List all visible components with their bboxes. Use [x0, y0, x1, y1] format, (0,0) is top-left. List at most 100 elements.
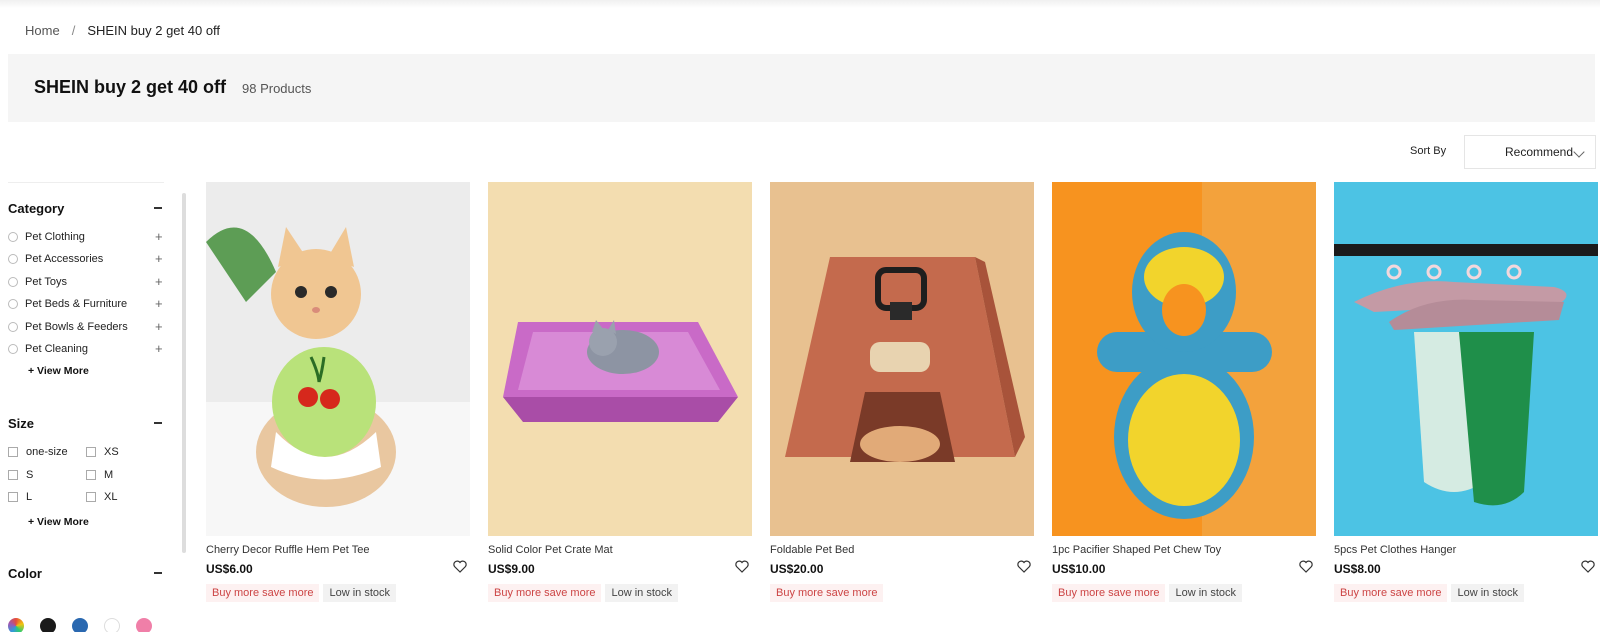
- category-item-pet-toys[interactable]: Pet Toys +: [8, 273, 170, 291]
- header-shadow: [0, 0, 1600, 8]
- category-label: Pet Toys: [25, 276, 67, 288]
- size-label: M: [104, 469, 114, 481]
- category-section-title: Category: [8, 201, 65, 216]
- sort-selected-value: Recommend: [1505, 145, 1574, 159]
- sidebar-scrollbar[interactable]: [182, 193, 186, 553]
- category-view-more[interactable]: + View More: [28, 365, 89, 377]
- color-swatch-blue[interactable]: [72, 618, 88, 632]
- size-label: XS: [104, 446, 119, 458]
- size-option-one-size[interactable]: one-size: [8, 445, 68, 459]
- radio-icon: [8, 254, 18, 264]
- stock-badge: Low in stock: [323, 584, 397, 602]
- checkbox-icon: [8, 492, 18, 502]
- size-option-s[interactable]: S: [8, 468, 33, 482]
- promo-badge: Buy more save more: [770, 584, 884, 602]
- checkbox-icon: [86, 492, 96, 502]
- product-name[interactable]: Solid Color Pet Crate Mat: [488, 544, 613, 556]
- sort-select[interactable]: Recommend: [1464, 135, 1596, 169]
- collapse-color-icon[interactable]: [154, 572, 162, 574]
- category-item-pet-clothing[interactable]: Pet Clothing +: [8, 228, 170, 246]
- promo-badge: Buy more save more: [488, 584, 602, 602]
- wishlist-heart-icon[interactable]: [453, 560, 467, 578]
- product-image[interactable]: [206, 182, 470, 536]
- category-item-pet-bowls[interactable]: Pet Bowls & Feeders +: [8, 318, 170, 336]
- product-count: 98 Products: [242, 81, 312, 96]
- size-option-xs[interactable]: XS: [86, 445, 119, 459]
- collapse-category-icon[interactable]: [154, 207, 162, 209]
- product-image[interactable]: [488, 182, 752, 536]
- page-banner: SHEIN buy 2 get 40 off 98 Products: [8, 54, 1595, 122]
- wishlist-heart-icon[interactable]: [1017, 560, 1031, 578]
- product-price: US$8.00: [1334, 562, 1381, 576]
- promo-badge: Buy more save more: [1052, 584, 1166, 602]
- breadcrumb-separator: /: [71, 23, 76, 38]
- size-label: one-size: [26, 446, 68, 458]
- product-card[interactable]: Cherry Decor Ruffle Hem Pet Tee US$6.00 …: [206, 182, 470, 612]
- checkbox-icon: [8, 447, 18, 457]
- color-swatch-black[interactable]: [40, 618, 56, 632]
- breadcrumb-home-link[interactable]: Home: [25, 23, 60, 38]
- expand-plus-icon[interactable]: +: [155, 341, 163, 356]
- product-name[interactable]: 1pc Pacifier Shaped Pet Chew Toy: [1052, 544, 1221, 556]
- category-label: Pet Beds & Furniture: [25, 298, 128, 310]
- checkbox-icon: [86, 470, 96, 480]
- size-view-more[interactable]: + View More: [28, 516, 89, 528]
- expand-plus-icon[interactable]: +: [155, 296, 163, 311]
- page-title: SHEIN buy 2 get 40 off: [34, 77, 227, 97]
- breadcrumb-current: SHEIN buy 2 get 40 off: [87, 23, 221, 38]
- size-label: L: [26, 491, 33, 503]
- product-card[interactable]: Foldable Pet Bed US$20.00 Buy more save …: [770, 182, 1034, 612]
- product-name[interactable]: Cherry Decor Ruffle Hem Pet Tee: [206, 544, 369, 556]
- size-label: XL: [104, 491, 118, 503]
- product-price: US$20.00: [770, 562, 824, 576]
- color-swatch-pink[interactable]: [136, 618, 152, 632]
- color-section-title: Color: [8, 566, 42, 581]
- radio-icon: [8, 232, 18, 242]
- product-name[interactable]: 5pcs Pet Clothes Hanger: [1334, 544, 1456, 556]
- category-label: Pet Accessories: [25, 253, 104, 265]
- color-swatch-multicolor[interactable]: [8, 618, 24, 632]
- wishlist-heart-icon[interactable]: [1299, 560, 1313, 578]
- radio-icon: [8, 344, 18, 354]
- checkbox-icon: [8, 470, 18, 480]
- category-item-pet-beds[interactable]: Pet Beds & Furniture +: [8, 295, 170, 313]
- category-label: Pet Bowls & Feeders: [25, 321, 128, 333]
- product-image[interactable]: [1052, 182, 1316, 536]
- checkbox-icon: [86, 447, 96, 457]
- color-swatch-white[interactable]: [104, 618, 120, 632]
- promo-badge: Buy more save more: [206, 584, 320, 602]
- category-item-pet-accessories[interactable]: Pet Accessories +: [8, 250, 170, 268]
- product-image[interactable]: [770, 182, 1034, 536]
- sidebar-divider: [8, 182, 164, 183]
- wishlist-heart-icon[interactable]: [1581, 560, 1595, 578]
- expand-plus-icon[interactable]: +: [155, 319, 163, 334]
- product-card[interactable]: 1pc Pacifier Shaped Pet Chew Toy US$10.0…: [1052, 182, 1316, 612]
- size-section-title: Size: [8, 416, 35, 431]
- expand-plus-icon[interactable]: +: [155, 229, 163, 244]
- size-option-l[interactable]: L: [8, 490, 32, 504]
- product-price: US$9.00: [488, 562, 535, 576]
- radio-icon: [8, 277, 18, 287]
- category-label: Pet Cleaning: [25, 343, 88, 355]
- product-price: US$6.00: [206, 562, 253, 576]
- category-item-pet-cleaning[interactable]: Pet Cleaning +: [8, 340, 170, 358]
- expand-plus-icon[interactable]: +: [155, 251, 163, 266]
- product-image[interactable]: [1334, 182, 1598, 536]
- wishlist-heart-icon[interactable]: [735, 560, 749, 578]
- product-name[interactable]: Foldable Pet Bed: [770, 544, 854, 556]
- product-card[interactable]: 5pcs Pet Clothes Hanger US$8.00 Buy more…: [1334, 182, 1598, 612]
- stock-badge: Low in stock: [1169, 584, 1243, 602]
- collapse-size-icon[interactable]: [154, 422, 162, 424]
- product-card[interactable]: Solid Color Pet Crate Mat US$9.00 Buy mo…: [488, 182, 752, 612]
- breadcrumb: Home / SHEIN buy 2 get 40 off: [25, 23, 220, 38]
- promo-badge: Buy more save more: [1334, 584, 1448, 602]
- stock-badge: Low in stock: [605, 584, 679, 602]
- category-label: Pet Clothing: [25, 231, 85, 243]
- sort-by-label: Sort By: [1410, 145, 1447, 157]
- product-price: US$10.00: [1052, 562, 1106, 576]
- chevron-down-icon: [1573, 146, 1585, 158]
- size-option-m[interactable]: M: [86, 468, 113, 482]
- radio-icon: [8, 322, 18, 332]
- expand-plus-icon[interactable]: +: [155, 274, 163, 289]
- size-option-xl[interactable]: XL: [86, 490, 117, 504]
